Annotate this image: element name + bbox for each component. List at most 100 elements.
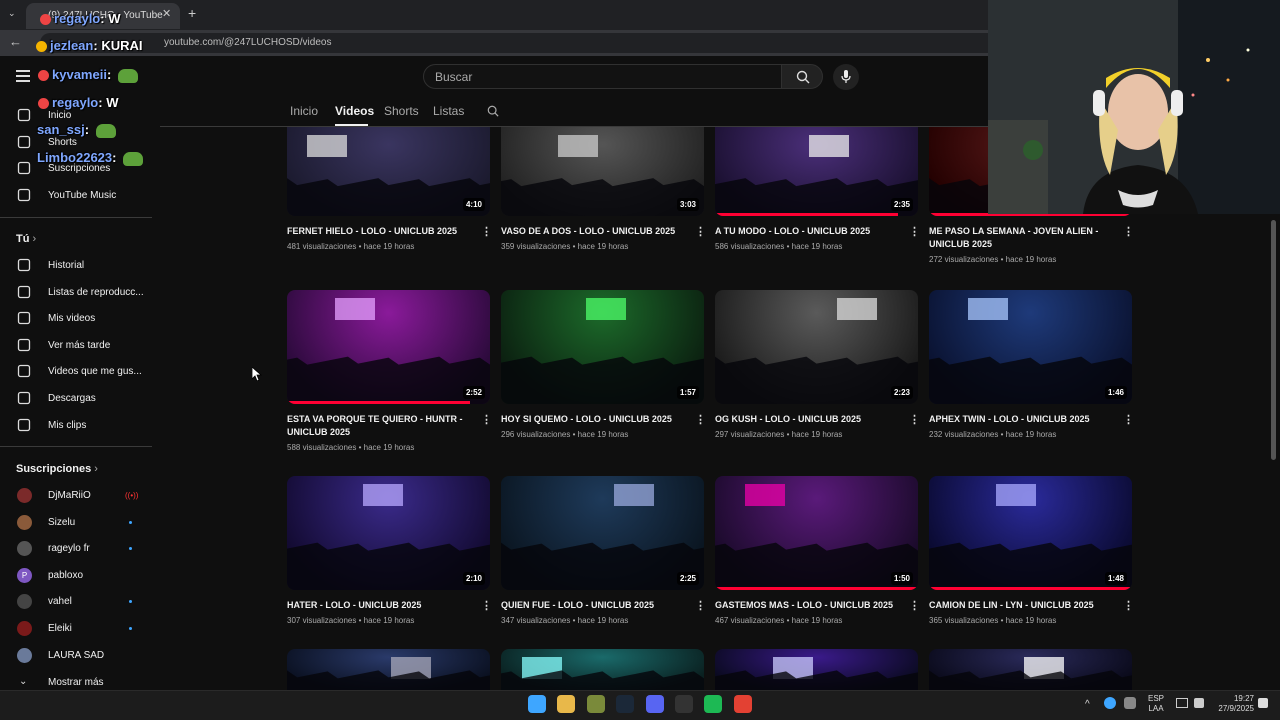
video-card[interactable]: 4:10 FERNET HIELO - LOLO - UNICLUB 2025 48… <box>287 127 492 251</box>
input-language[interactable]: ESP LAA <box>1148 694 1164 714</box>
more-options-icon[interactable]: ⋮ <box>1123 225 1134 238</box>
spotify-icon[interactable] <box>704 695 723 713</box>
video-title[interactable]: ESTA VA PORQUE TE QUIERO - HUNTR - UNICL… <box>287 413 467 439</box>
video-thumbnail[interactable]: 2:23 <box>715 290 918 404</box>
video-card[interactable] <box>501 649 704 690</box>
video-card[interactable]: 2:10 HATER - LOLO - UNICLUB 2025 307 visua… <box>287 476 492 625</box>
video-thumbnail[interactable] <box>287 649 490 690</box>
more-options-icon[interactable]: ⋮ <box>695 599 706 612</box>
video-title[interactable]: FERNET HIELO - LOLO - UNICLUB 2025 <box>287 225 467 238</box>
video-title[interactable]: HATER - LOLO - UNICLUB 2025 <box>287 599 467 612</box>
more-options-icon[interactable]: ⋮ <box>1123 413 1134 426</box>
video-card[interactable]: 1:46 APHEX TWIN - LOLO - UNICLUB 2025 232 … <box>929 290 1134 439</box>
tab-list-button[interactable]: ⌄ <box>8 8 16 19</box>
subscription-item[interactable]: Sizelu <box>0 510 150 536</box>
microphone-tray-icon[interactable] <box>1124 697 1136 709</box>
subscription-item[interactable]: rageylo fr <box>0 536 150 562</box>
video-card[interactable] <box>287 649 490 690</box>
video-card[interactable]: 1:57 HOY SI QUEMO - LOLO - UNICLUB 2025 29… <box>501 290 706 439</box>
sidebar-you-header[interactable]: Tú › <box>16 233 36 245</box>
sidebar-subscriptions-header[interactable]: Suscripciones › <box>16 463 98 475</box>
video-thumbnail[interactable]: 1:50 <box>715 476 918 590</box>
tab-inicio[interactable]: Inicio <box>290 104 318 118</box>
video-card[interactable]: 2:52 ESTA VA PORQUE TE QUIERO - HUNTR - U… <box>287 290 492 452</box>
video-thumbnail[interactable]: 2:52 <box>287 290 490 404</box>
back-arrow-icon[interactable]: ← <box>9 34 22 49</box>
channel-search-icon[interactable] <box>487 105 499 117</box>
system-clock[interactable]: 19:27 27/9/2025 <box>1212 694 1254 714</box>
video-title[interactable]: CAMION DE LIN - LYN - UNICLUB 2025 <box>929 599 1109 612</box>
video-title[interactable]: QUIEN FUE - LOLO - UNICLUB 2025 <box>501 599 681 612</box>
app-icon[interactable] <box>586 695 605 713</box>
more-options-icon[interactable]: ⋮ <box>481 225 492 238</box>
more-options-icon[interactable]: ⋮ <box>481 413 492 426</box>
subscription-item[interactable]: Eleiki <box>0 616 150 642</box>
video-card[interactable]: 2:35 A TU MODO - LOLO - UNICLUB 2025 586 v… <box>715 127 920 251</box>
more-options-icon[interactable]: ⋮ <box>1123 599 1134 612</box>
voice-search-button[interactable] <box>833 64 859 90</box>
video-card[interactable]: 1:50 GASTEMOS MAS - LOLO - UNICLUB 2025 46… <box>715 476 920 625</box>
video-thumbnail[interactable]: 2:35 <box>715 127 918 216</box>
video-thumbnail[interactable]: 3:03 <box>501 127 704 216</box>
sidebar-item-liked-videos[interactable]: Videos que me gus... <box>0 359 150 385</box>
more-options-icon[interactable]: ⋮ <box>695 225 706 238</box>
tab-shorts[interactable]: Shorts <box>384 104 419 118</box>
video-card[interactable] <box>715 649 918 690</box>
video-thumbnail[interactable] <box>501 649 704 690</box>
video-card[interactable]: 2:23 OG KUSH - LOLO - UNICLUB 2025 297 vis… <box>715 290 920 439</box>
video-thumbnail[interactable] <box>929 649 1132 690</box>
more-options-icon[interactable]: ⋮ <box>909 413 920 426</box>
video-thumbnail[interactable]: 4:10 <box>287 127 490 216</box>
video-card[interactable]: 3:03 VASO DE A DOS - LOLO - UNICLUB 2025 3… <box>501 127 706 251</box>
video-thumbnail[interactable]: 2:10 <box>287 476 490 590</box>
steam-icon[interactable] <box>616 695 635 713</box>
video-thumbnail[interactable] <box>715 649 918 690</box>
video-thumbnail[interactable]: 1:48 <box>929 476 1132 590</box>
sidebar-item-my-videos[interactable]: Mis videos <box>0 306 150 332</box>
more-options-icon[interactable]: ⋮ <box>909 599 920 612</box>
obs-icon[interactable] <box>675 695 693 713</box>
more-options-icon[interactable]: ⋮ <box>481 599 492 612</box>
search-button[interactable] <box>781 64 823 89</box>
url-field[interactable]: youtube.com/@247LUCHOSD/videos <box>40 33 1000 53</box>
subscription-item[interactable]: DjMaRiiO ((•)) <box>0 483 150 509</box>
page-scrollbar[interactable] <box>1271 220 1276 460</box>
tab-close-icon[interactable]: ✕ <box>162 7 171 20</box>
tab-videos[interactable]: Videos <box>335 104 374 118</box>
chrome-icon[interactable] <box>733 695 752 713</box>
video-title[interactable]: OG KUSH - LOLO - UNICLUB 2025 <box>715 413 895 426</box>
video-card[interactable]: 2:25 QUIEN FUE - LOLO - UNICLUB 2025 347 v… <box>501 476 706 625</box>
video-title[interactable]: ME PASO LA SEMANA - JOVEN ALIEN - UNICLU… <box>929 225 1109 251</box>
hamburger-menu-icon[interactable] <box>16 70 30 82</box>
video-card[interactable] <box>929 649 1132 690</box>
network-icon[interactable] <box>1176 698 1188 708</box>
file-explorer-icon[interactable] <box>557 695 576 713</box>
video-title[interactable]: GASTEMOS MAS - LOLO - UNICLUB 2025 <box>715 599 895 612</box>
tray-chevron-icon[interactable]: ^ <box>1085 699 1090 710</box>
sidebar-item-youtube-music[interactable]: YouTube Music <box>0 183 150 209</box>
video-thumbnail[interactable]: 1:57 <box>501 290 704 404</box>
tab-listas[interactable]: Listas <box>433 104 464 118</box>
search-input[interactable]: Buscar <box>423 64 783 89</box>
video-card[interactable]: 1:48 CAMION DE LIN - LYN - UNICLUB 2025 36… <box>929 476 1134 625</box>
discord-icon[interactable] <box>645 695 664 713</box>
volume-icon[interactable] <box>1194 698 1204 708</box>
notifications-icon[interactable] <box>1258 698 1268 708</box>
video-title[interactable]: HOY SI QUEMO - LOLO - UNICLUB 2025 <box>501 413 681 426</box>
more-options-icon[interactable]: ⋮ <box>695 413 706 426</box>
video-thumbnail[interactable]: 1:46 <box>929 290 1132 404</box>
subscription-item[interactable]: vahel <box>0 589 150 615</box>
video-title[interactable]: VASO DE A DOS - LOLO - UNICLUB 2025 <box>501 225 681 238</box>
video-title[interactable]: APHEX TWIN - LOLO - UNICLUB 2025 <box>929 413 1109 426</box>
tray-app-icon[interactable] <box>1104 697 1116 709</box>
sidebar-item-history[interactable]: Historial <box>0 253 150 279</box>
sidebar-item-downloads[interactable]: Descargas <box>0 386 150 412</box>
subscription-item[interactable]: Ppabloxo <box>0 563 150 589</box>
more-options-icon[interactable]: ⋮ <box>909 225 920 238</box>
sidebar-item-clips[interactable]: Mis clips <box>0 413 150 439</box>
new-tab-button[interactable]: + <box>188 5 196 21</box>
sidebar-item-playlists[interactable]: Listas de reproducc... <box>0 280 150 306</box>
video-thumbnail[interactable]: 2:25 <box>501 476 704 590</box>
subscription-item[interactable]: LAURA SAD <box>0 643 150 669</box>
windows-start-icon[interactable] <box>528 695 546 713</box>
